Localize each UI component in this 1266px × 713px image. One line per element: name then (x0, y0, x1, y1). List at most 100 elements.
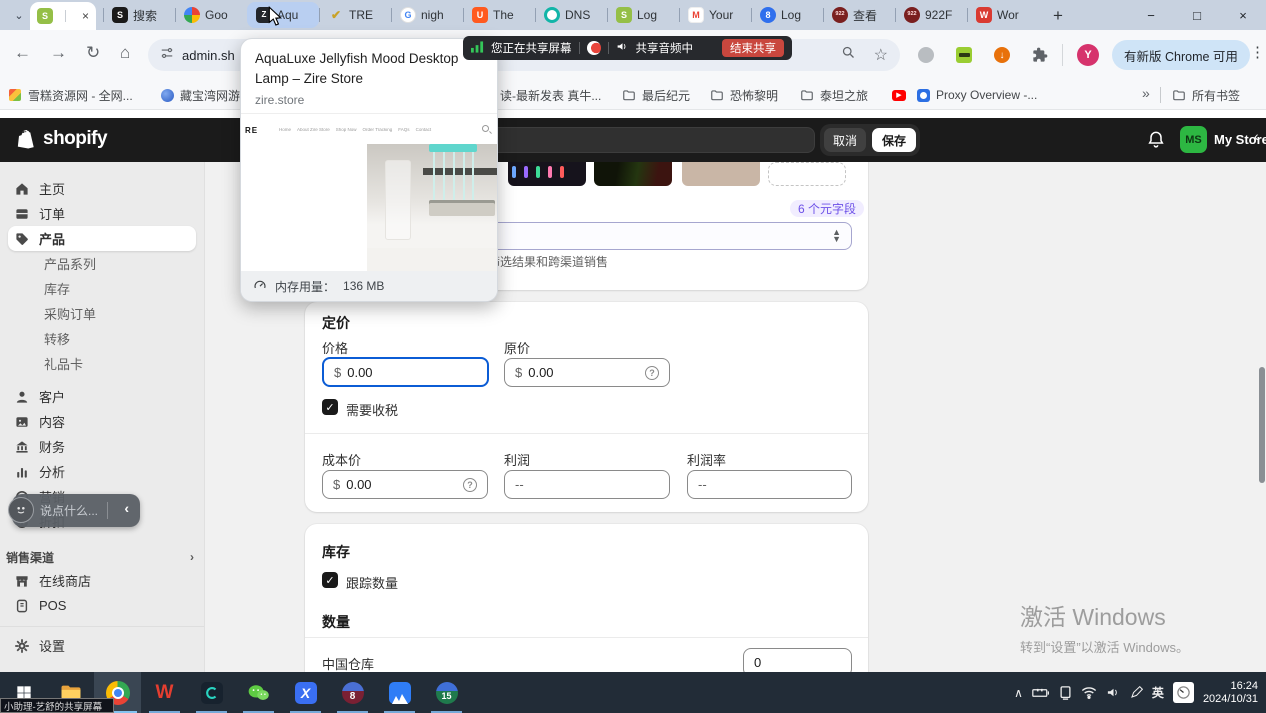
display-icon[interactable] (1059, 686, 1072, 700)
bookmark-藏宝湾网游[interactable]: 藏宝湾网游 (160, 86, 240, 104)
add-media-dropzone[interactable] (768, 162, 846, 186)
clock[interactable]: 16:24 2024/10/31 (1203, 680, 1258, 706)
site-info-icon[interactable] (160, 46, 174, 65)
bookmark-最后纪元[interactable]: 最后纪元 (622, 86, 690, 104)
tab-搜索[interactable]: S 搜索 (103, 2, 175, 28)
tab-nigh[interactable]: G nigh (391, 2, 463, 28)
browser-menu-icon[interactable]: ⋮ (1250, 43, 1265, 61)
tab-overview-chevron-icon[interactable]: ⌄ (8, 4, 30, 26)
tab-922F[interactable]: 922 922F (895, 2, 967, 28)
taskbar-xmind[interactable]: X (282, 672, 329, 713)
taskbar-badge-8-app[interactable]: 8 (329, 672, 376, 713)
tab-Log[interactable]: 8 Log (751, 2, 823, 28)
sidebar-item-主页[interactable]: 主页 (8, 176, 196, 201)
page-scrollbar[interactable] (1259, 367, 1265, 483)
sidebar-item-客户[interactable]: 客户 (8, 384, 196, 409)
search-icon[interactable] (841, 45, 856, 65)
end-share-button[interactable]: 结束共享 (722, 39, 784, 57)
taskbar-wechat[interactable] (235, 672, 282, 713)
extension-green-icon[interactable] (954, 45, 974, 65)
cancel-button[interactable]: 取消 (824, 128, 866, 152)
ime-indicator[interactable]: 英 (1152, 684, 1164, 701)
all-bookmarks[interactable]: 所有书签 (1172, 86, 1240, 104)
bookmark-泰坦之旅[interactable]: 泰坦之旅 (800, 86, 868, 104)
product-image-thumb[interactable] (682, 162, 760, 186)
bookmark-star-icon[interactable]: ☆ (874, 45, 888, 65)
shopify-logo[interactable]: shopify (16, 127, 107, 151)
tray-expand-chevron-icon[interactable]: ∧ (1014, 686, 1023, 700)
tab-The[interactable]: U The (463, 2, 535, 28)
bookmark-Proxy Overview -...[interactable]: Proxy Overview -... (916, 86, 1037, 104)
help-icon[interactable]: ? (645, 366, 659, 380)
tab-TRE[interactable]: ✔ TRE (319, 2, 391, 28)
sidebar-item-订单[interactable]: 订单 (8, 201, 196, 226)
bookmarks-overflow-chevron[interactable]: » (1142, 85, 1150, 101)
tab-查看[interactable]: 922 查看 (823, 2, 895, 28)
sidebar-item-产品[interactable]: 产品 (8, 226, 196, 251)
metafields-link[interactable]: 6 个元字段 (790, 200, 864, 217)
profit-input[interactable]: -- (504, 470, 670, 499)
sidebar-item-财务[interactable]: 财务 (8, 434, 196, 459)
bookmark-读-最新发表 真牛...[interactable]: 读-最新发表 真牛... (500, 86, 601, 104)
maximize-button[interactable]: □ (1174, 0, 1220, 30)
volume-icon[interactable] (1106, 686, 1121, 699)
taskbar-mountain-app[interactable] (376, 672, 423, 713)
bookmark-雪糕资源网 - 全网...[interactable]: 雪糕资源网 - 全网... (8, 86, 133, 104)
assistant-avatar-icon[interactable] (8, 497, 34, 523)
tray-gauge-app-icon[interactable] (1173, 682, 1194, 703)
new-tab-button[interactable]: + (1046, 4, 1070, 28)
assistant-input[interactable]: 说点什么... (40, 502, 98, 519)
sidebar-subitem-产品系列[interactable]: 产品系列 (0, 251, 204, 276)
track-quantity-checkbox[interactable]: ✓ (322, 572, 338, 588)
taskbar-wps[interactable]: W (141, 672, 188, 713)
reload-icon[interactable]: ↻ (86, 43, 100, 63)
sales-channels-header[interactable]: 销售渠道 › (6, 546, 194, 568)
minimize-button[interactable]: − (1128, 0, 1174, 30)
channel-item-POS[interactable]: POS (8, 593, 196, 618)
price-input[interactable]: $ 0.00 (322, 357, 489, 387)
panel-collapse-chevron-icon[interactable]: ‹ (1254, 128, 1259, 144)
tab-Log[interactable]: S Log (607, 2, 679, 28)
extension-download-icon[interactable]: ↓ (992, 45, 1012, 65)
sidebar-subitem-库存[interactable]: 库存 (0, 276, 204, 301)
battery-icon[interactable] (1032, 687, 1050, 699)
sidebar-subitem-转移[interactable]: 转移 (0, 326, 204, 351)
close-button[interactable]: × (1220, 0, 1266, 30)
help-icon[interactable]: ? (463, 478, 477, 492)
wifi-icon[interactable] (1081, 686, 1097, 699)
forward-icon[interactable]: → (50, 43, 67, 63)
margin-input[interactable]: -- (687, 470, 852, 499)
warehouse-quantity-input[interactable]: 0 (743, 648, 852, 672)
sidebar-item-内容[interactable]: 内容 (8, 409, 196, 434)
channel-item-在线商店[interactable]: 在线商店 (8, 568, 196, 593)
tab-close-icon[interactable]: × (82, 10, 89, 22)
product-image-thumb[interactable] (594, 162, 672, 186)
tab-Aqu[interactable]: Z Aqu (247, 2, 319, 28)
bookmark-恐怖黎明[interactable]: 恐怖黎明 (710, 86, 778, 104)
chrome-update-chip[interactable]: 有新版 Chrome 可用 (1112, 40, 1250, 70)
assistant-collapse-chevron-icon[interactable]: ‹ (124, 500, 129, 516)
tab-Wor[interactable]: W Wor (967, 2, 1039, 28)
charge-tax-checkbox[interactable]: ✓ (322, 399, 338, 415)
sidebar-item-settings[interactable]: 设置 (8, 633, 196, 658)
save-button[interactable]: 保存 (872, 128, 916, 152)
tab-Goo[interactable]: Goo (175, 2, 247, 28)
cost-input[interactable]: $ 0.00 ? (322, 470, 488, 499)
notifications-bell-icon[interactable] (1146, 129, 1168, 151)
taskbar-badge-15-app[interactable]: 15 (423, 672, 470, 713)
taskbar-shield-app[interactable] (188, 672, 235, 713)
home-icon[interactable]: ⌂ (120, 43, 130, 63)
tab-Your[interactable]: M Your (679, 2, 751, 28)
sidebar-subitem-礼品卡[interactable]: 礼品卡 (0, 351, 204, 376)
bookmark-youtube[interactable]: ▶ (892, 86, 906, 104)
sidebar-item-分析[interactable]: 分析 (8, 459, 196, 484)
profile-avatar[interactable]: Y (1077, 44, 1099, 66)
pen-icon[interactable] (1130, 686, 1143, 699)
extensions-puzzle-icon[interactable] (1030, 45, 1050, 65)
sidebar-subitem-采购订单[interactable]: 采购订单 (0, 301, 204, 326)
active-tab[interactable]: S × (30, 2, 96, 30)
compare-at-input[interactable]: $ 0.00 ? (504, 358, 670, 387)
tab-DNS[interactable]: DNS (535, 2, 607, 28)
extension-gray-icon[interactable] (916, 45, 936, 65)
product-image-thumb[interactable] (508, 162, 586, 186)
